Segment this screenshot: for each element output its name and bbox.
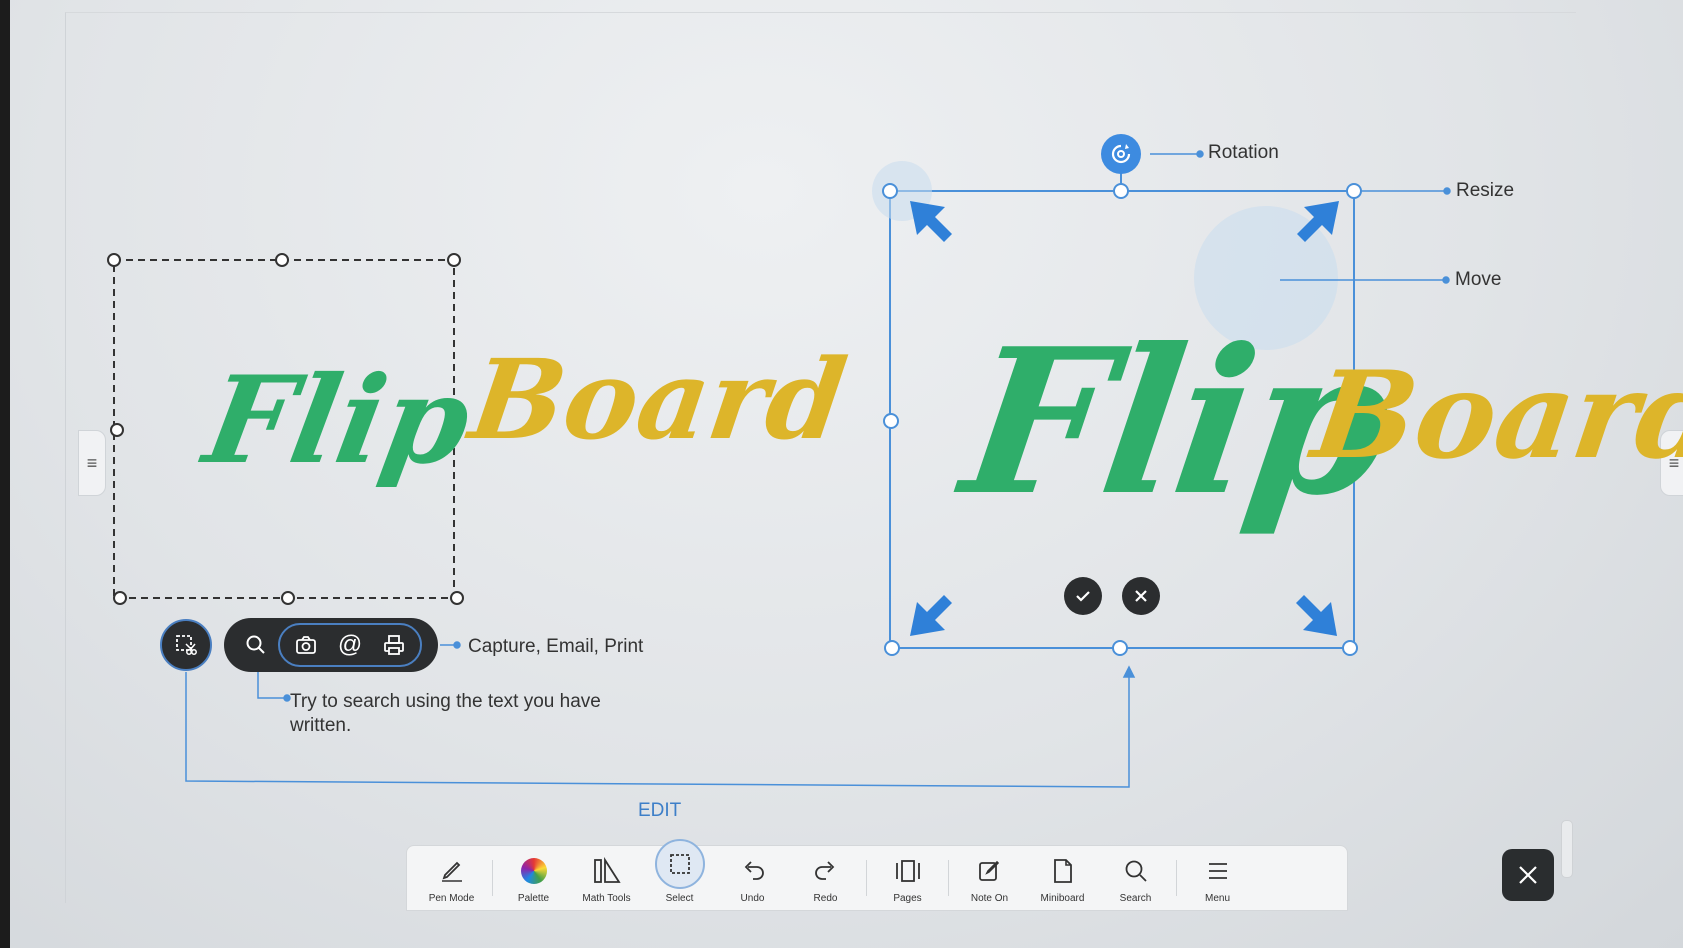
capture-email-print-label: Capture, Email, Print (468, 636, 644, 657)
whiteboard-screen[interactable]: ≡ ≡ Flip Board Flip Board @ Rotation Res… (10, 0, 1683, 948)
pen-mode-button[interactable]: Pen Mode (415, 844, 488, 910)
search-hint-label: Try to search using the text you have wr… (290, 691, 601, 736)
redo-button[interactable]: Redo (789, 844, 862, 910)
confirm-button[interactable] (1064, 577, 1102, 615)
note-edit-icon (978, 860, 999, 881)
undo-button[interactable]: Undo (716, 844, 789, 910)
cancel-button[interactable] (1122, 577, 1160, 615)
miniboard-button[interactable]: Miniboard (1026, 844, 1099, 910)
pen-mode-label: Pen Mode (428, 893, 475, 904)
divider (1176, 860, 1177, 896)
camera-icon (296, 636, 316, 654)
hamburger-icon (1208, 863, 1227, 879)
board-text-small: Board (462, 335, 854, 464)
divider (866, 860, 867, 896)
select-icon (669, 854, 690, 874)
search-icon (246, 635, 265, 654)
menu-button[interactable]: Menu (1181, 844, 1254, 910)
print-button[interactable] (372, 623, 416, 667)
board-text-large: Board (1305, 345, 1683, 486)
share-group: @ (278, 623, 422, 667)
pen-icon (441, 861, 462, 882)
pages-icon (895, 860, 920, 882)
palette-label: Palette (517, 893, 550, 904)
capture-button[interactable] (284, 623, 328, 667)
edit-label: EDIT (638, 800, 682, 821)
close-icon (1135, 590, 1147, 602)
resize-label: Resize (1456, 180, 1515, 201)
ruler-triangle-icon (593, 857, 621, 883)
palette-button[interactable]: Palette (497, 844, 570, 910)
divider (948, 860, 949, 896)
redo-icon (814, 861, 834, 880)
math-tools-button[interactable]: Math Tools (570, 844, 643, 910)
flip-text-small: Flip (195, 350, 481, 491)
select-label: Select (665, 893, 694, 904)
palette-icon (520, 858, 547, 884)
select-scissors-icon (176, 635, 197, 655)
at-icon: @ (337, 631, 363, 658)
undo-icon (744, 861, 764, 880)
pages-label: Pages (893, 893, 922, 904)
menu-label: Menu (1204, 893, 1230, 904)
close-board-button[interactable] (1502, 849, 1554, 901)
redo-label: Redo (813, 893, 838, 904)
search-text-button[interactable] (234, 623, 278, 667)
bottom-toolbar: Pen Mode Palette Math Tools Select Undo … (406, 839, 1348, 911)
rotation-handle[interactable] (1101, 134, 1141, 174)
edit-selection-button[interactable] (160, 619, 212, 671)
close-icon (1519, 866, 1537, 884)
select-button[interactable]: Select (643, 839, 716, 910)
divider (492, 860, 493, 896)
search-icon (1125, 860, 1147, 882)
drag-handle[interactable] (1561, 820, 1573, 878)
rotate-icon (1111, 144, 1131, 164)
email-button[interactable]: @ (328, 623, 372, 667)
printer-icon (384, 635, 404, 655)
document-icon (1053, 859, 1072, 883)
selection-tool-pill: @ (224, 618, 438, 672)
math-tools-label: Math Tools (582, 893, 631, 904)
check-icon (1076, 591, 1090, 602)
note-on-label: Note On (970, 893, 1009, 904)
undo-label: Undo (740, 893, 765, 904)
search-label: Search (1119, 893, 1152, 904)
rotation-label: Rotation (1208, 142, 1279, 163)
note-on-button[interactable]: Note On (953, 844, 1026, 910)
move-label: Move (1455, 269, 1502, 290)
miniboard-label: Miniboard (1040, 893, 1085, 904)
search-button[interactable]: Search (1099, 844, 1172, 910)
pages-button[interactable]: Pages (871, 844, 944, 910)
